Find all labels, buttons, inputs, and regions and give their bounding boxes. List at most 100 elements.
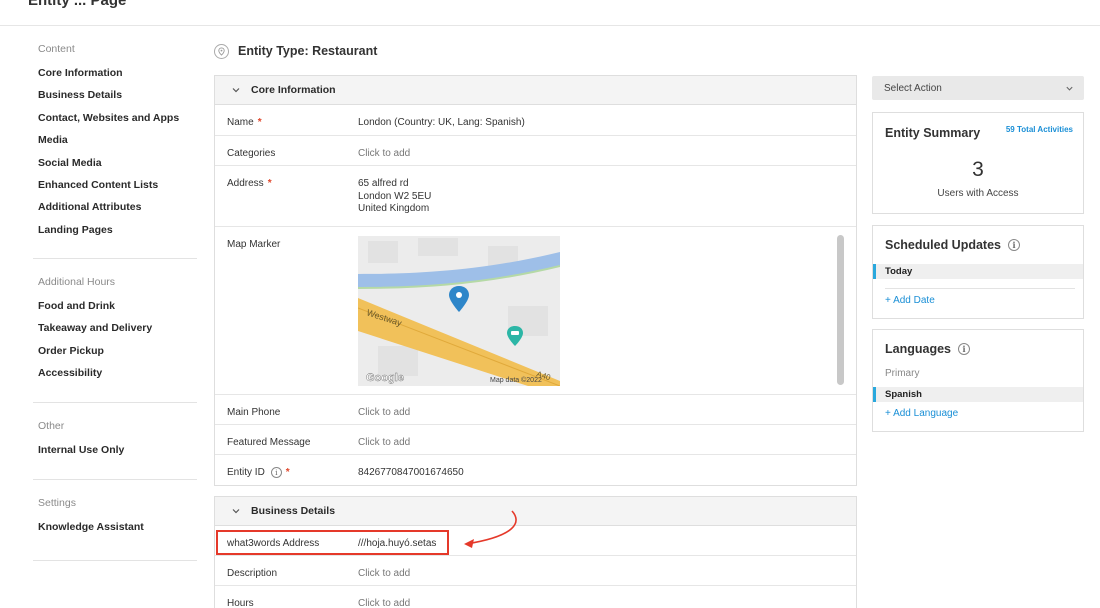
info-icon[interactable]: i [270, 467, 282, 478]
sidebar-item-core-information[interactable]: Core Information [38, 66, 179, 88]
info-icon[interactable]: i [958, 343, 970, 355]
featured-message-label: Featured Message [227, 437, 311, 448]
description-label: Description [227, 568, 278, 579]
sidebar-item-order-pickup[interactable]: Order Pickup [38, 344, 152, 366]
annotation-highlight-box [216, 530, 449, 555]
required-marker: * [257, 117, 262, 128]
sidebar-heading-content: Content [38, 43, 75, 55]
hours-label: Hours [227, 598, 254, 608]
add-language-link[interactable]: + Add Language [885, 408, 958, 419]
categories-row[interactable]: Categories Click to add [215, 136, 856, 166]
select-action-label: Select Action [884, 82, 942, 94]
main-phone-value[interactable]: Click to add [358, 407, 410, 420]
map-provider-logo: Google [366, 372, 404, 384]
entity-id-value: 8426770847001674650 [358, 467, 464, 478]
users-with-access-label: Users with Access [937, 188, 1019, 199]
address-line: 65 alfred rd [358, 178, 409, 189]
main-phone-label: Main Phone [227, 407, 281, 418]
name-label-text: Name [227, 117, 254, 128]
sidebar-item-media[interactable]: Media [38, 133, 179, 155]
sidebar-group-other: Other Internal Use Only [38, 420, 124, 465]
name-label: Name * [227, 117, 262, 128]
business-details-title: Business Details [251, 505, 336, 517]
select-action-dropdown[interactable]: Select Action [872, 76, 1084, 100]
sidebar-group-content: Content Core Information Business Detail… [38, 43, 179, 245]
name-row[interactable]: Name * London (Country: UK, Lang: Spanish… [215, 105, 856, 136]
languages-title: Languages i [885, 342, 970, 356]
sidebar-item-takeaway-delivery[interactable]: Takeaway and Delivery [38, 321, 152, 343]
page-header-partial: Entity ... Page [28, 0, 127, 9]
sidebar-divider [33, 258, 197, 259]
sidebar-divider [33, 479, 197, 480]
add-date-link[interactable]: + Add Date [885, 295, 935, 306]
sidebar-item-contact-websites[interactable]: Contact, Websites and Apps [38, 111, 179, 133]
languages-title-text: Languages [885, 342, 951, 356]
users-count: 3 [972, 158, 984, 181]
sidebar-item-additional-attributes[interactable]: Additional Attributes [38, 200, 179, 222]
categories-value[interactable]: Click to add [358, 148, 410, 161]
map-attribution: Map data ©2022 [490, 376, 542, 384]
address-label: Address * [227, 178, 272, 189]
sidebar-group-additional-hours: Additional Hours Food and Drink Takeaway… [38, 276, 152, 389]
description-value[interactable]: Click to add [358, 568, 410, 581]
map-thumbnail[interactable]: Westway A40 Google Map data ©2022 [358, 236, 560, 386]
entity-id-label: Entity ID i * [227, 467, 290, 478]
sidebar-item-internal-use-only[interactable]: Internal Use Only [38, 443, 124, 465]
core-information-panel: Core Information Name * London (Country: … [214, 75, 857, 486]
featured-message-row[interactable]: Featured Message Click to add [215, 425, 856, 455]
entity-summary-title: Entity Summary [885, 126, 981, 140]
today-row[interactable]: Today [873, 264, 1083, 279]
featured-message-value[interactable]: Click to add [358, 437, 410, 450]
entity-title: Entity Type: Restaurant [214, 42, 377, 60]
sidebar-item-social-media[interactable]: Social Media [38, 156, 179, 178]
address-line: London W2 5EU [358, 190, 432, 202]
sidebar-divider [33, 560, 197, 561]
sidebar-heading-settings: Settings [38, 497, 76, 509]
map-pin-icon [214, 43, 229, 59]
sidebar-item-food-and-drink[interactable]: Food and Drink [38, 299, 152, 321]
hours-row[interactable]: Hours Click to add [215, 586, 856, 608]
chevron-down-icon [232, 88, 240, 93]
sidebar-heading-other: Other [38, 420, 65, 432]
scheduled-updates-card: Scheduled Updates i Today + Add Date [872, 225, 1084, 319]
languages-card: Languages i Primary Spanish + Add Languag… [872, 329, 1084, 432]
map-marker-row: Map Marker Westway A40 Google Map data ©… [215, 227, 856, 395]
address-value[interactable]: 65 alfred rd London W2 5EU United Kingdo… [358, 178, 431, 216]
sidebar-item-enhanced-content-lists[interactable]: Enhanced Content Lists [38, 178, 179, 200]
business-details-header[interactable]: Business Details [215, 497, 856, 526]
sidebar: Content Core Information Business Detail… [0, 26, 198, 608]
sidebar-heading-additional-hours: Additional Hours [38, 276, 116, 288]
core-information-title: Core Information [251, 84, 336, 96]
core-information-header[interactable]: Core Information [215, 76, 856, 105]
main-phone-row[interactable]: Main Phone Click to add [215, 395, 856, 425]
language-row-spanish[interactable]: Spanish [873, 387, 1083, 402]
chevron-down-icon [1066, 86, 1073, 91]
sidebar-item-landing-pages[interactable]: Landing Pages [38, 223, 179, 245]
categories-label: Categories [227, 148, 276, 159]
sidebar-group-settings: Settings Knowledge Assistant [38, 497, 144, 542]
card-divider [885, 288, 1075, 289]
name-value[interactable]: London (Country: UK, Lang: Spanish) [358, 117, 525, 130]
address-line: United Kingdom [358, 203, 430, 214]
primary-language-label: Primary [885, 368, 920, 379]
entity-id-label-text: Entity ID [227, 467, 265, 478]
scheduled-updates-title: Scheduled Updates i [885, 238, 1020, 252]
curved-arrow-icon [464, 510, 517, 548]
sidebar-item-knowledge-assistant[interactable]: Knowledge Assistant [38, 520, 144, 542]
required-marker: * [285, 467, 290, 478]
sidebar-divider [33, 402, 197, 403]
scrollbar[interactable] [837, 235, 844, 385]
address-row[interactable]: Address * 65 alfred rd London W2 5EU Unit… [215, 166, 856, 227]
address-label-text: Address [227, 178, 264, 189]
sidebar-item-accessibility[interactable]: Accessibility [38, 366, 152, 388]
required-marker: * [267, 178, 272, 189]
info-icon[interactable]: i [1008, 239, 1020, 251]
chevron-down-icon [232, 509, 240, 514]
description-row[interactable]: Description Click to add [215, 556, 856, 586]
entity-type-label: Entity Type: Restaurant [238, 44, 378, 58]
hours-value[interactable]: Click to add [358, 598, 410, 608]
sidebar-item-business-details[interactable]: Business Details [38, 88, 179, 110]
entity-summary-card: Entity Summary 59 Total Activities 3 Use… [872, 112, 1084, 214]
total-activities-link[interactable]: 59 Total Activities [1006, 125, 1073, 134]
entity-id-row: Entity ID i * 8426770847001674650 [215, 455, 856, 485]
